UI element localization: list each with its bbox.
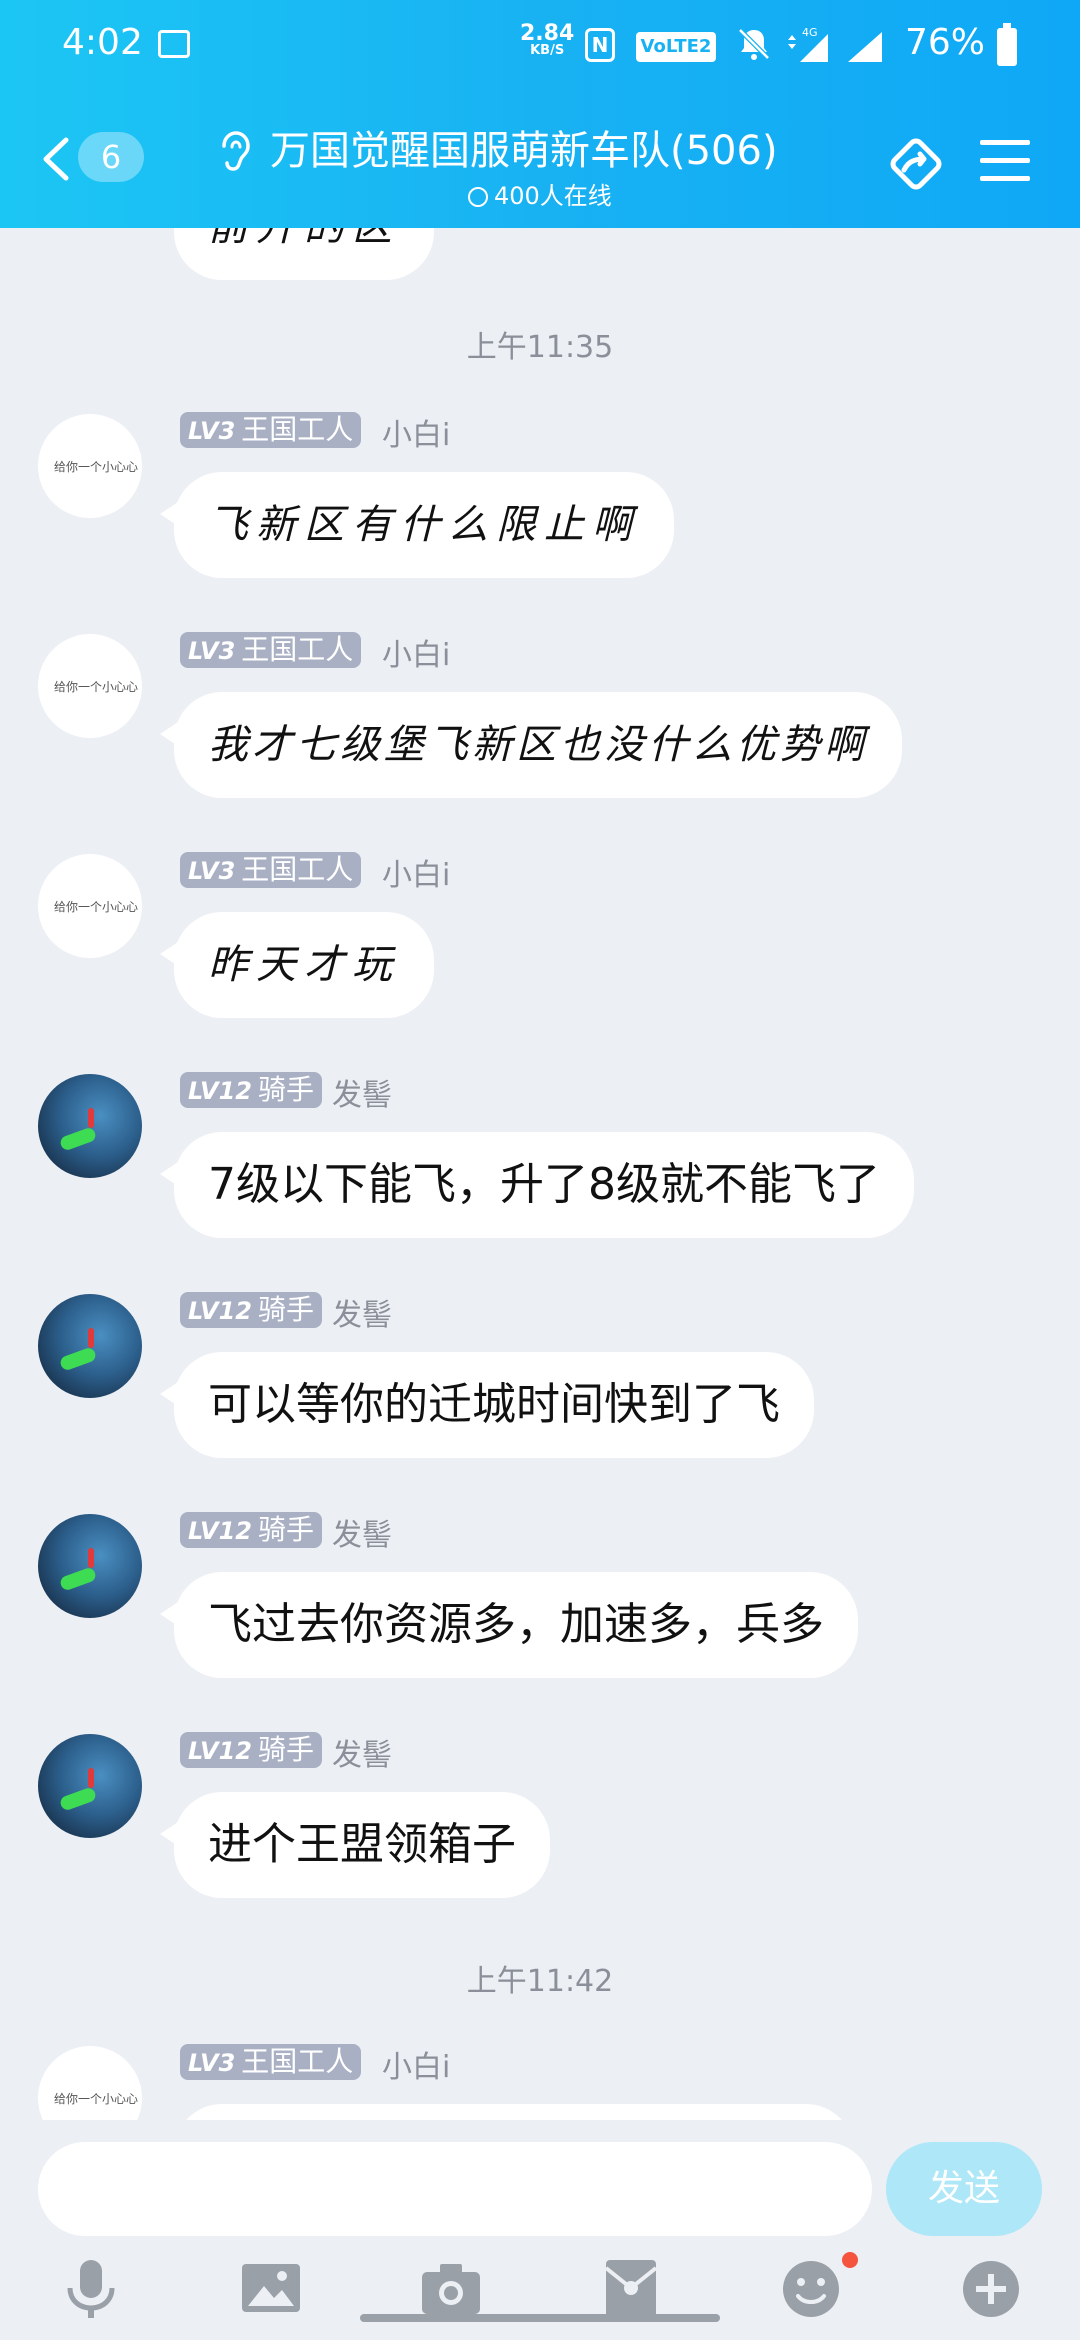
avatar[interactable]: 给你一个小心心	[38, 854, 142, 958]
message-bubble[interactable]	[174, 2104, 854, 2120]
sender-name[interactable]: 小白i	[382, 850, 450, 894]
sender-name[interactable]: 小白i	[382, 2042, 450, 2086]
battery-percent: 76%	[905, 22, 986, 63]
speed-unit: KB/S	[530, 43, 565, 58]
network-speed: 2.84 KB/S	[520, 21, 575, 58]
battery-icon	[997, 23, 1017, 66]
sender-name[interactable]: 发髻	[332, 1510, 392, 1554]
avatar-caption: 给你一个小心心	[54, 680, 139, 694]
bell-off-icon	[736, 26, 772, 66]
avatar[interactable]	[38, 1734, 142, 1838]
image-icon	[158, 30, 190, 58]
volte-badge: VoLTE2	[636, 32, 716, 62]
member-badge: LV12 骑手	[180, 1732, 322, 1768]
share-icon[interactable]	[884, 132, 948, 200]
chat-area[interactable]: 前升的区 上午11:35 给你一个小心心 LV3王国工人 小白i 飞新区有什么限…	[0, 228, 1080, 2120]
notification-dot	[842, 2252, 858, 2268]
avatar[interactable]	[38, 1514, 142, 1618]
group-title[interactable]: 万国觉醒国服萌新车队(506)	[270, 118, 778, 176]
signal-icon: 4G	[784, 24, 836, 68]
message-bubble[interactable]: 7级以下能飞，升了8级就不能飞了	[160, 1132, 914, 1238]
online-count: 400人在线	[494, 182, 612, 210]
avatar[interactable]	[38, 1294, 142, 1398]
avatar[interactable]: 给你一个小心心	[38, 2046, 142, 2120]
message-input[interactable]	[38, 2142, 872, 2236]
plus-icon[interactable]	[956, 2254, 1026, 2324]
message-bubble[interactable]: 进个王盟领箱子	[160, 1792, 550, 1898]
home-indicator[interactable]	[360, 2314, 720, 2322]
message-bubble[interactable]: 可以等你的迁城时间快到了飞	[160, 1352, 814, 1458]
member-badge: LV3 王国工人	[180, 632, 362, 668]
member-badge: LV12 骑手	[180, 1072, 322, 1108]
sender-name[interactable]: 发髻	[332, 1730, 392, 1774]
network-type: 4G	[802, 26, 818, 39]
check-circle-icon	[468, 187, 488, 207]
picture-icon[interactable]	[236, 2254, 306, 2324]
member-badge: LV12 骑手	[180, 1512, 322, 1548]
message-bubble[interactable]: 飞新区有什么限止啊	[160, 472, 674, 578]
emoji-icon[interactable]	[776, 2254, 846, 2324]
avatar[interactable]: 给你一个小心心	[38, 414, 142, 518]
status-bar: 4:02 2.84 KB/S N VoLTE2 4G 76%	[0, 0, 1080, 96]
sender-name[interactable]: 发髻	[332, 1290, 392, 1334]
avatar[interactable]: 给你一个小心心	[38, 634, 142, 738]
unread-count-badge[interactable]: 6	[78, 132, 144, 182]
message-bubble[interactable]: 昨天才玩	[160, 912, 434, 1018]
member-badge: LV3 王国工人	[180, 852, 362, 888]
speed-value: 2.84	[520, 21, 575, 46]
send-button[interactable]: 发送	[886, 2142, 1042, 2236]
sender-name[interactable]: 小白i	[382, 630, 450, 674]
menu-icon[interactable]	[980, 140, 1030, 186]
chat-header: 6 万国觉醒国服萌新车队(506) 400人在线	[0, 96, 1080, 228]
top-bar: 4:02 2.84 KB/S N VoLTE2 4G 76% 6 万国觉醒国服萌…	[0, 0, 1080, 228]
message-bubble[interactable]: 飞过去你资源多，加速多，兵多	[160, 1572, 858, 1678]
sender-name[interactable]: 发髻	[332, 1070, 392, 1114]
online-status: 400人在线	[468, 176, 612, 211]
avatar-caption: 给你一个小心心	[54, 460, 139, 474]
member-badge: LV3 王国工人	[180, 412, 362, 448]
status-time: 4:02	[62, 22, 143, 63]
sender-name[interactable]: 小白i	[382, 410, 450, 454]
ear-icon[interactable]	[216, 128, 252, 180]
avatar-caption: 给你一个小心心	[54, 900, 139, 914]
message-bubble[interactable]: 前升的区	[174, 228, 434, 280]
member-badge: LV12 骑手	[180, 1292, 322, 1328]
timestamp: 上午11:42	[466, 1964, 614, 1999]
avatar[interactable]	[38, 1074, 142, 1178]
back-icon[interactable]	[40, 136, 72, 186]
timestamp: 上午11:35	[466, 330, 614, 365]
signal-icon	[846, 30, 886, 68]
message-bubble[interactable]: 我才七级堡飞新区也没什么优势啊	[160, 692, 902, 798]
input-bar: 发送	[0, 2120, 1080, 2340]
microphone-icon[interactable]	[56, 2254, 126, 2324]
member-badge: LV3 王国工人	[180, 2044, 362, 2080]
nfc-icon: N	[585, 28, 615, 62]
avatar-caption: 给你一个小心心	[54, 2092, 139, 2106]
